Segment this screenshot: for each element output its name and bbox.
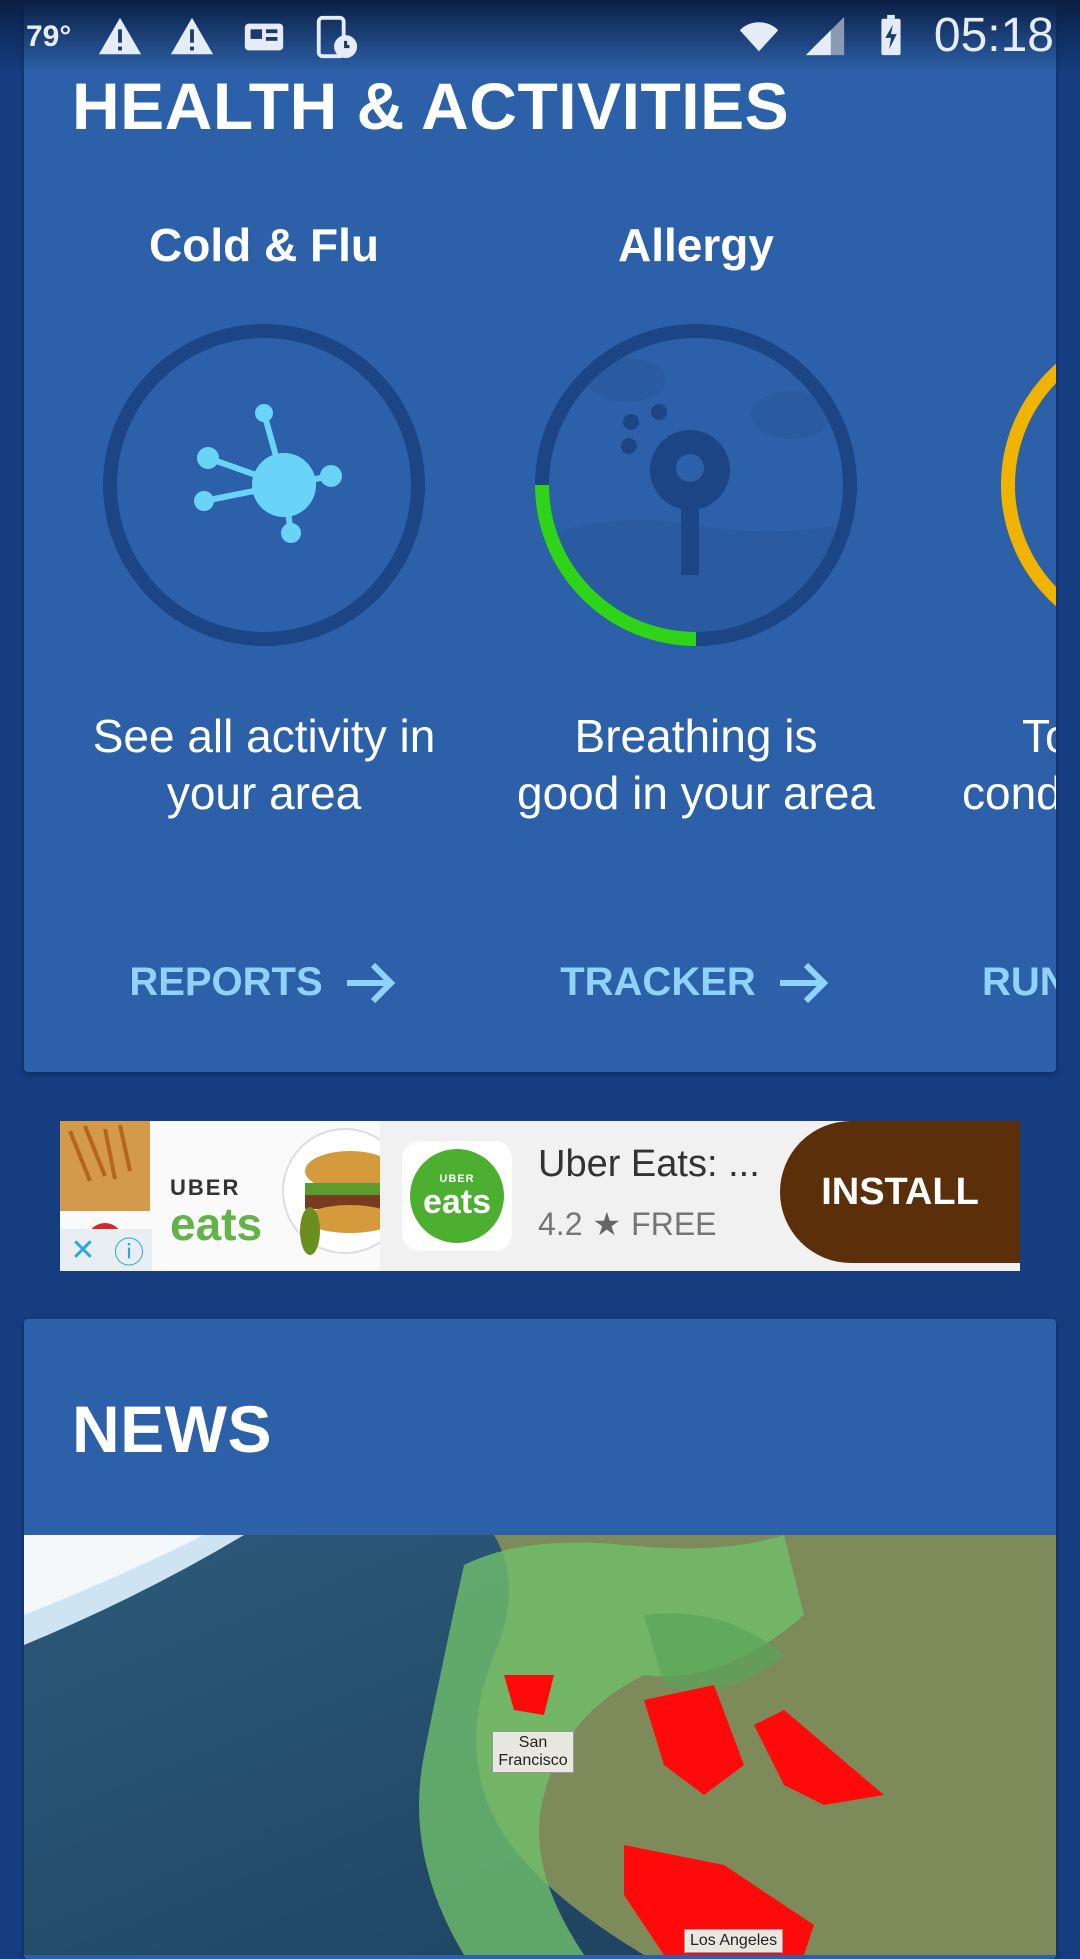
- close-icon[interactable]: ✕: [60, 1229, 106, 1271]
- link-label: REPORTS: [129, 960, 323, 1004]
- app-rating: 4.2: [538, 1205, 583, 1242]
- info-icon[interactable]: ⓘ: [106, 1229, 152, 1271]
- news-icon: [245, 23, 284, 51]
- running-tile[interactable]: G To condi RUN T: [912, 200, 1056, 1050]
- section-title: NEWS: [72, 1392, 272, 1466]
- map-label: San Francisco: [492, 1731, 574, 1773]
- section-title: HEALTH & ACTIVITIES: [72, 69, 790, 143]
- ad-banner[interactable]: UBER eats ✕ ⓘ UBER eats Uber Eats: ... 4…: [60, 1121, 1020, 1271]
- tile-description-line: good in your area: [516, 767, 876, 819]
- star-icon: ★: [592, 1206, 622, 1242]
- link-label: RUN T: [982, 960, 1056, 1004]
- app-icon-text: eats: [422, 1183, 492, 1221]
- ad-meta: 4.2 ★ FREE: [538, 1205, 717, 1243]
- warning-icon: [171, 17, 214, 55]
- ad-image[interactable]: UBER eats ✕ ⓘ: [60, 1121, 380, 1271]
- health-activities-card: HEALTH & ACTIVITIES Cold & Flu See all a…: [24, 0, 1056, 1072]
- running-icon: [1001, 363, 1056, 607]
- tree-icon: [535, 324, 857, 646]
- device-clock-icon: [317, 15, 358, 59]
- temperature-indicator: 79°: [26, 20, 72, 53]
- app-icon[interactable]: UBER eats: [402, 1141, 512, 1251]
- ad-controls: ✕ ⓘ: [60, 1229, 152, 1271]
- tracker-link[interactable]: TRACKER: [480, 960, 912, 1005]
- tile-description-line: See all activity in: [92, 710, 436, 762]
- tile-description-line: Breathing is: [574, 710, 818, 762]
- app-price: FREE: [631, 1205, 717, 1242]
- tile-description: See all activity in your area: [48, 708, 480, 822]
- link-label: TRACKER: [560, 960, 756, 1004]
- warning-icon: [99, 17, 142, 55]
- install-button[interactable]: INSTALL: [780, 1121, 1020, 1263]
- ad-image-brand: eats: [170, 1198, 263, 1250]
- battery-charging-icon: [881, 14, 901, 55]
- tile-description: To condi: [962, 708, 1056, 822]
- uber-eats-logo: UBER eats: [410, 1149, 504, 1243]
- status-bar: 79° 05:18: [0, 0, 1080, 72]
- cold-flu-tile[interactable]: Cold & Flu See all activity in your area…: [48, 200, 480, 1050]
- tile-description-line: your area: [166, 767, 362, 819]
- run-link[interactable]: RUN T: [982, 960, 1056, 1005]
- map-label: Los Angeles: [684, 1929, 784, 1953]
- virus-icon: [103, 324, 425, 646]
- wifi-icon: [739, 21, 779, 51]
- ad-title[interactable]: Uber Eats: ...: [538, 1143, 760, 1186]
- arrow-right-icon: [779, 962, 829, 1003]
- news-image[interactable]: San Francisco Los Angeles: [24, 1535, 1056, 1955]
- tile-description: Breathing is good in your area: [480, 708, 912, 822]
- tile-description-line: condi: [962, 767, 1056, 819]
- tile-title: Cold & Flu: [149, 219, 379, 271]
- tile-description-line: To: [1022, 710, 1056, 762]
- signal-icon: [805, 16, 845, 55]
- arrow-right-icon: [346, 962, 395, 1003]
- tile-title: Allergy: [618, 219, 774, 271]
- reports-link[interactable]: REPORTS: [48, 960, 480, 1005]
- news-card: NEWS San Francisco Los Angeles: [24, 1319, 1056, 1959]
- clock: 05:18: [933, 9, 1054, 62]
- allergy-tile[interactable]: Allergy Breathing is good in your area T…: [480, 200, 912, 1050]
